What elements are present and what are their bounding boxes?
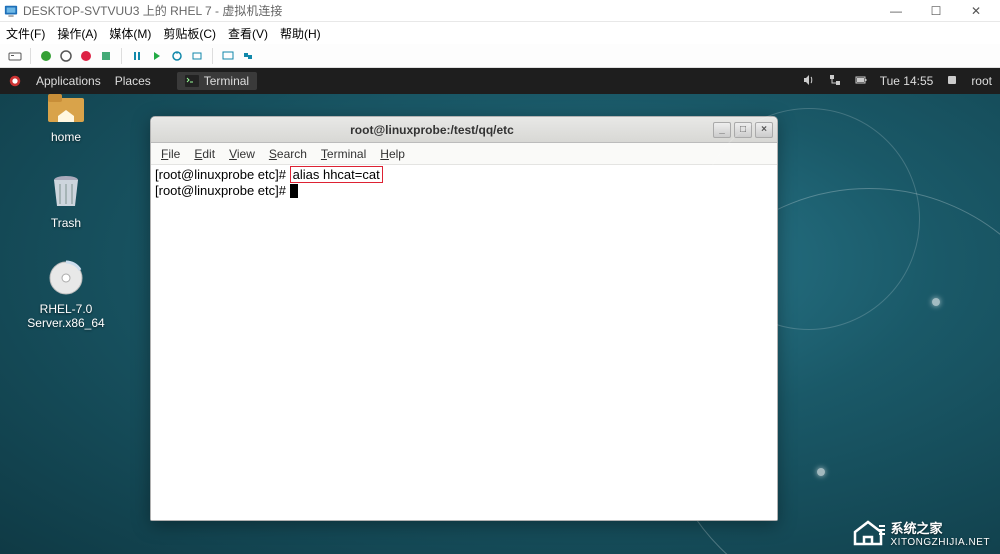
watermark: 系统之家 XITONGZHIJIA.NET: [851, 518, 991, 548]
menu-media[interactable]: 媒体(M): [109, 25, 151, 42]
checkpoint-icon[interactable]: [168, 47, 186, 65]
save-icon[interactable]: [97, 47, 115, 65]
start-icon[interactable]: [37, 47, 55, 65]
terminal-maximize-button[interactable]: □: [734, 122, 752, 138]
desktop-icons: home Trash RHEL-7.0 Server.x86_64: [18, 86, 114, 330]
watermark-url: XITONGZHIJIA.NET: [891, 537, 991, 548]
term-menu-view[interactable]: View: [229, 147, 255, 161]
vm-icon: [4, 4, 18, 18]
desktop-icon-label: Trash: [51, 216, 81, 230]
separator: [121, 48, 122, 64]
terminal-minimize-button[interactable]: _: [713, 122, 731, 138]
highlighted-command: alias hhcat=cat: [290, 166, 383, 183]
term-menu-terminal[interactable]: Terminal: [321, 147, 366, 161]
terminal-line: [root@linuxprobe etc]#: [155, 183, 777, 199]
terminal-window: root@linuxprobe:/test/qq/etc _ □ × File …: [150, 116, 778, 521]
menu-action[interactable]: 操作(A): [57, 25, 97, 42]
terminal-body[interactable]: [root@linuxprobe etc]# alias hhcat=cat […: [151, 165, 777, 520]
minimize-button[interactable]: —: [876, 4, 916, 18]
terminal-line: [root@linuxprobe etc]# alias hhcat=cat: [155, 167, 777, 183]
trash-icon: [44, 172, 88, 212]
enhanced-session-icon[interactable]: [219, 47, 237, 65]
pause-icon[interactable]: [128, 47, 146, 65]
desktop-icon-label: RHEL-7.0 Server.x86_64: [18, 302, 114, 330]
network-icon[interactable]: [828, 73, 842, 90]
disc-icon: [44, 258, 88, 298]
clock[interactable]: Tue 14:55: [880, 74, 934, 88]
watermark-logo-icon: [851, 518, 885, 548]
turnoff-icon[interactable]: [57, 47, 75, 65]
reset-icon[interactable]: [148, 47, 166, 65]
separator: [30, 48, 31, 64]
desktop-icon-label: home: [51, 130, 81, 144]
shutdown-icon[interactable]: [77, 47, 95, 65]
menu-view[interactable]: 查看(V): [228, 25, 268, 42]
prompt: [root@linuxprobe etc]#: [155, 167, 290, 182]
home-icon: [44, 86, 88, 126]
terminal-icon: [185, 75, 199, 87]
terminal-title: root@linuxprobe:/test/qq/etc: [151, 123, 713, 137]
close-button[interactable]: ✕: [956, 4, 996, 18]
guest-desktop: Applications Places Terminal Tue 14:55: [0, 68, 1000, 554]
power-icon[interactable]: [945, 73, 959, 90]
share-icon[interactable]: [239, 47, 257, 65]
ctrl-alt-del-icon[interactable]: [6, 47, 24, 65]
menu-help[interactable]: 帮助(H): [280, 25, 321, 42]
watermark-brand: 系统之家: [891, 518, 991, 537]
term-menu-edit[interactable]: Edit: [194, 147, 215, 161]
separator: [212, 48, 213, 64]
terminal-menubar: File Edit View Search Terminal Help: [151, 143, 777, 165]
places-menu[interactable]: Places: [115, 74, 151, 88]
desktop-icon-trash[interactable]: Trash: [18, 172, 114, 230]
gnome-top-bar: Applications Places Terminal Tue 14:55: [0, 68, 1000, 94]
user-menu[interactable]: root: [971, 74, 992, 88]
revert-icon[interactable]: [188, 47, 206, 65]
terminal-titlebar[interactable]: root@linuxprobe:/test/qq/etc _ □ ×: [151, 117, 777, 143]
terminal-close-button[interactable]: ×: [755, 122, 773, 138]
taskbar-item-terminal[interactable]: Terminal: [177, 72, 257, 90]
battery-icon[interactable]: [854, 73, 868, 90]
term-menu-help[interactable]: Help: [380, 147, 405, 161]
term-menu-search[interactable]: Search: [269, 147, 307, 161]
host-window-titlebar: DESKTOP-SVTVUU3 上的 RHEL 7 - 虚拟机连接 — ☐ ✕: [0, 0, 1000, 22]
term-menu-file[interactable]: File: [161, 147, 180, 161]
host-toolbar: [0, 44, 1000, 68]
menu-file[interactable]: 文件(F): [6, 25, 45, 42]
maximize-button[interactable]: ☐: [916, 4, 956, 18]
host-window-title: DESKTOP-SVTVUU3 上的 RHEL 7 - 虚拟机连接: [23, 2, 876, 19]
host-menubar: 文件(F) 操作(A) 媒体(M) 剪贴板(C) 查看(V) 帮助(H): [0, 22, 1000, 44]
volume-icon[interactable]: [802, 73, 816, 90]
menu-clipboard[interactable]: 剪贴板(C): [163, 25, 216, 42]
desktop-icon-home[interactable]: home: [18, 86, 114, 144]
desktop-icon-rhel-disc[interactable]: RHEL-7.0 Server.x86_64: [18, 258, 114, 330]
prompt: [root@linuxprobe etc]#: [155, 183, 290, 198]
taskbar-item-label: Terminal: [204, 74, 249, 88]
cursor: [290, 184, 298, 198]
